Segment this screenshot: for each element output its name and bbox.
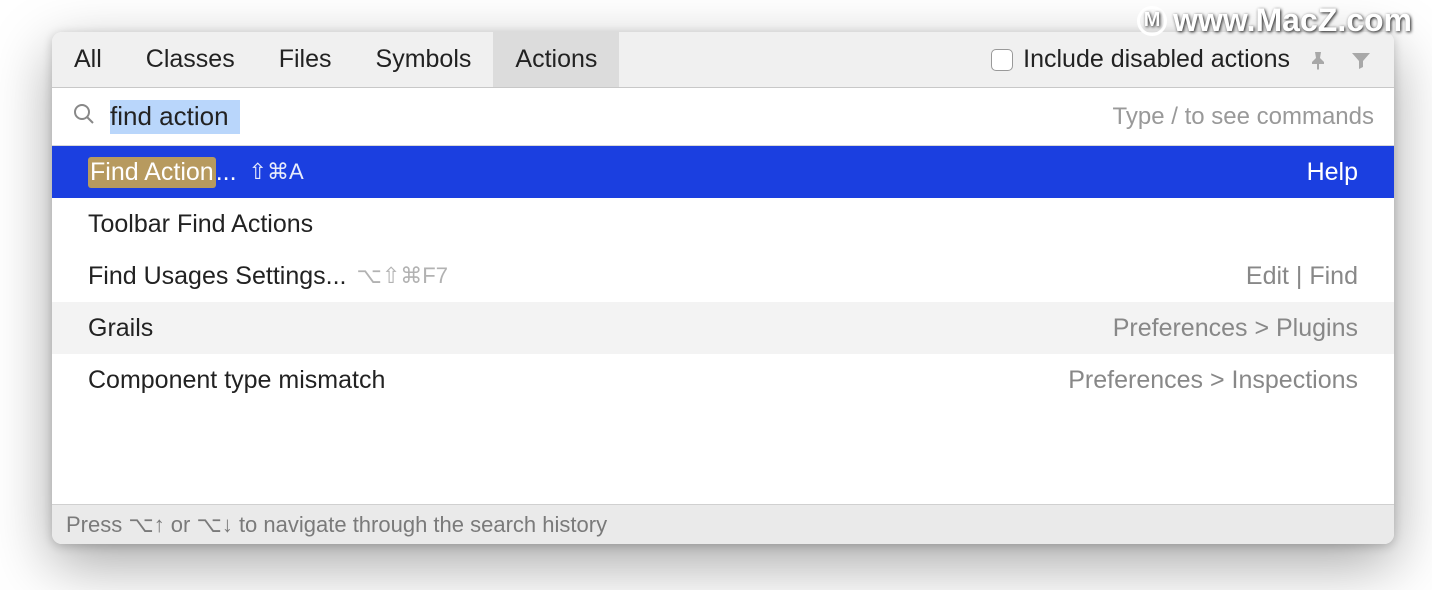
result-row[interactable]: Component type mismatch Preferences > In… <box>52 354 1394 406</box>
tab-classes[interactable]: Classes <box>124 32 257 87</box>
include-disabled-label: Include disabled actions <box>1023 45 1290 74</box>
tabs-container: All Classes Files Symbols Actions <box>52 32 619 87</box>
results-list: Find Action... ⇧⌘A Help Toolbar Find Act… <box>52 146 1394 504</box>
result-label: Find Action... ⇧⌘A <box>88 157 304 188</box>
watermark-overlay: M www.MacZ.com <box>1137 2 1412 39</box>
filter-icon[interactable] <box>1348 47 1374 73</box>
search-input[interactable]: find action <box>110 99 1101 134</box>
tab-all-label: All <box>74 45 102 74</box>
result-label: Toolbar Find Actions <box>88 210 313 239</box>
result-label: Grails <box>88 314 153 343</box>
result-shortcut: ⇧⌘A <box>249 159 304 185</box>
tabs-bar: All Classes Files Symbols Actions Includ… <box>52 32 1394 88</box>
result-context: Preferences > Plugins <box>1113 314 1358 343</box>
result-row[interactable]: Grails Preferences > Plugins <box>52 302 1394 354</box>
footer-hint: Press ⌥↑ or ⌥↓ to navigate through the s… <box>52 504 1394 544</box>
search-row: find action Type / to see commands <box>52 88 1394 146</box>
result-label: Find Usages Settings... ⌥⇧⌘F7 <box>88 262 448 291</box>
include-disabled-checkbox[interactable]: Include disabled actions <box>991 45 1290 74</box>
tab-right-controls: Include disabled actions <box>991 45 1386 74</box>
pin-icon[interactable] <box>1306 47 1332 73</box>
result-label-text: Find Usages Settings... <box>88 262 346 291</box>
search-hint: Type / to see commands <box>1113 103 1374 131</box>
tab-actions[interactable]: Actions <box>493 32 619 87</box>
tab-actions-label: Actions <box>515 45 597 74</box>
search-icon <box>72 102 96 131</box>
search-everywhere-popup: All Classes Files Symbols Actions Includ… <box>52 32 1394 544</box>
result-shortcut: ⌥⇧⌘F7 <box>356 263 447 289</box>
result-highlight-text: Find Action <box>88 157 216 188</box>
watermark-text: www.MacZ.com <box>1173 2 1412 39</box>
tab-files-label: Files <box>279 45 332 74</box>
result-suffix: ... <box>216 158 237 187</box>
result-row[interactable]: Find Usages Settings... ⌥⇧⌘F7 Edit | Fin… <box>52 250 1394 302</box>
tab-all[interactable]: All <box>52 32 124 87</box>
tab-symbols[interactable]: Symbols <box>354 32 494 87</box>
tab-files[interactable]: Files <box>257 32 354 87</box>
tab-symbols-label: Symbols <box>376 45 472 74</box>
result-context: Edit | Find <box>1246 262 1358 291</box>
result-label: Component type mismatch <box>88 366 385 395</box>
result-row[interactable]: Find Action... ⇧⌘A Help <box>52 146 1394 198</box>
tab-classes-label: Classes <box>146 45 235 74</box>
result-context: Help <box>1307 158 1358 187</box>
watermark-logo-icon: M <box>1137 6 1167 36</box>
result-context: Preferences > Inspections <box>1068 366 1358 395</box>
search-input-value: find action <box>110 99 229 134</box>
result-row[interactable]: Toolbar Find Actions <box>52 198 1394 250</box>
footer-text: Press ⌥↑ or ⌥↓ to navigate through the s… <box>66 512 607 538</box>
checkbox-box-icon <box>991 49 1013 71</box>
